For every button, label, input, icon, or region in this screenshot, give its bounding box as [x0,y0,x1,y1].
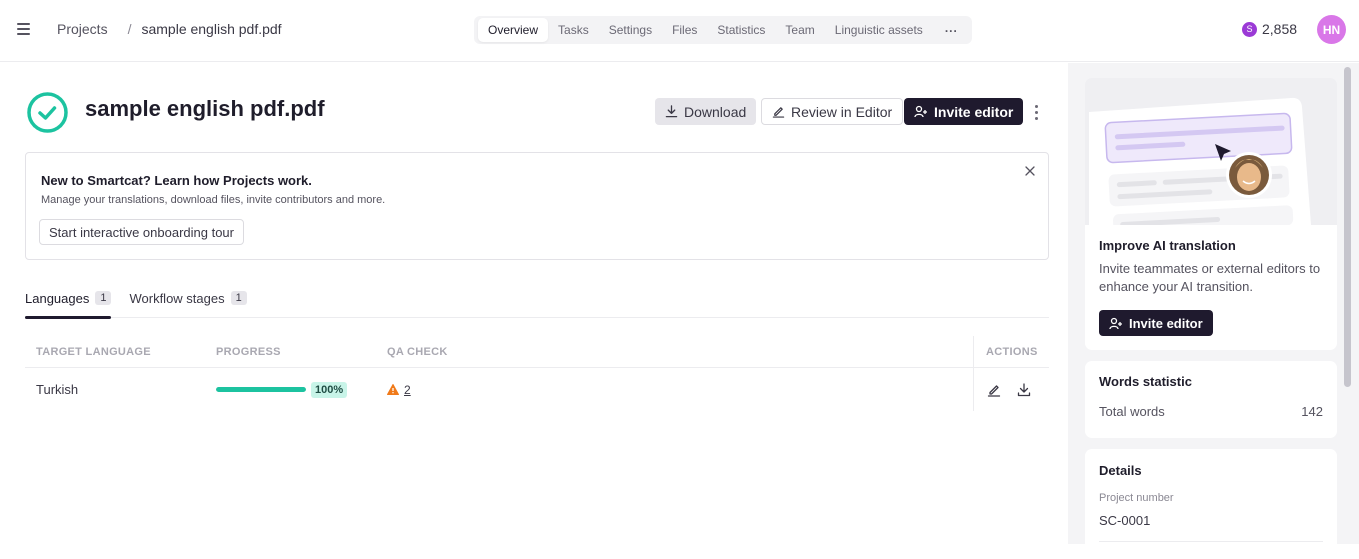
project-number-value: SC-0001 [1099,513,1151,528]
smartcat-coin-icon: S [1242,21,1257,37]
table-row: Turkish 100% 2 [25,368,1049,411]
check-circle-icon [27,92,68,133]
qa-check-cell: 2 [387,368,411,411]
close-icon[interactable] [1022,163,1038,179]
tab-files[interactable]: Files [662,18,707,42]
content-subtabs: Languages 1 Workflow stages 1 [25,284,1049,319]
subtab-languages[interactable]: Languages 1 [25,284,112,319]
download-label: Download [684,103,747,120]
breadcrumb-projects-link[interactable]: Projects [57,21,108,37]
sidebar-scrollbar[interactable] [1344,67,1351,387]
tab-overview[interactable]: Overview [478,18,549,42]
onboarding-banner: New to Smartcat? Learn how Projects work… [25,152,1049,260]
promo-description: Invite teammates or external editors to … [1099,261,1321,294]
details-title: Details [1099,463,1142,478]
details-card: Details Project number SC-0001 [1085,449,1337,559]
breadcrumb-current: sample english pdf.pdf [141,21,282,37]
more-actions-icon[interactable] [1030,103,1042,121]
invite-editor-illustration [1085,78,1337,225]
download-button[interactable]: Download [655,98,757,125]
languages-table: TARGET LANGUAGE PROGRESS QA CHECK ACTION… [25,336,1049,411]
tab-linguistic-assets[interactable]: Linguistic assets [825,18,933,42]
invite-editor-button[interactable]: Invite editor [904,98,1024,125]
progress-percent-badge: 100% [311,381,348,398]
words-statistic-card: Words statistic Total words 142 [1085,361,1337,438]
subtab-languages-label: Languages [25,290,90,306]
add-user-icon [914,105,927,118]
user-avatar[interactable]: HN [1317,15,1346,44]
review-in-editor-button[interactable]: Review in Editor [761,98,904,125]
progress-bar-fill [216,387,306,392]
languages-count-badge: 1 [95,291,112,305]
progress-bar [216,387,306,392]
warning-icon [387,384,399,395]
right-sidebar: Improve AI translation Invite teammates … [1068,63,1359,559]
improve-ai-card: Improve AI translation Invite teammates … [1085,78,1337,350]
review-label: Review in Editor [791,103,893,120]
pencil-icon [772,107,785,118]
total-words-label: Total words [1099,404,1165,419]
column-target-language: TARGET LANGUAGE [36,345,151,358]
breadcrumb-separator: / [127,21,132,37]
page-title: sample english pdf.pdf [85,96,325,121]
words-statistic-title: Words statistic [1099,374,1192,389]
edit-pencil-icon[interactable] [986,382,1002,398]
tab-settings[interactable]: Settings [599,18,662,42]
divider [1099,541,1323,542]
project-tabs: Overview Tasks Settings Files Statistics… [474,16,972,44]
column-qa-check: QA CHECK [387,345,448,358]
sidebar-invite-editor-button[interactable]: Invite editor [1099,310,1213,336]
column-progress: PROGRESS [216,345,281,358]
balance-amount: 2,858 [1262,21,1298,37]
onboarding-title: New to Smartcat? Learn how Projects work… [41,173,312,188]
tab-statistics[interactable]: Statistics [707,18,775,42]
progress-cell: 100% [216,368,348,411]
tab-team[interactable]: Team [775,18,824,42]
workflow-count-badge: 1 [230,291,247,305]
invite-label: Invite editor [934,103,1014,120]
table-header: TARGET LANGUAGE PROGRESS QA CHECK ACTION… [25,336,1049,368]
promo-title: Improve AI translation [1099,238,1236,253]
sidebar-invite-label: Invite editor [1129,315,1203,331]
start-onboarding-tour-button[interactable]: Start interactive onboarding tour [39,219,244,245]
actions-cell [973,368,1049,411]
top-bar: Projects / sample english pdf.pdf Overvi… [0,0,1359,62]
subtab-workflow-label: Workflow stages [129,290,225,306]
target-language-cell: Turkish [36,382,79,397]
add-user-icon [1109,317,1122,329]
tab-tasks[interactable]: Tasks [548,18,599,42]
download-icon [665,105,678,118]
total-words-value: 142 [1301,404,1323,419]
onboarding-description: Manage your translations, download files… [41,194,386,206]
project-number-label: Project number [1099,492,1174,504]
hamburger-menu-icon[interactable] [17,23,30,35]
column-actions: ACTIONS [973,336,1049,367]
more-tabs-button[interactable]: ... [933,18,968,42]
subtab-workflow-stages[interactable]: Workflow stages 1 [129,284,247,318]
breadcrumb: Projects / sample english pdf.pdf [57,21,282,37]
main-content: sample english pdf.pdf Download Review i… [0,63,1067,544]
download-file-icon[interactable] [1016,382,1032,398]
balance[interactable]: S 2,858 [1242,21,1297,37]
qa-issues-link[interactable]: 2 [404,383,411,397]
